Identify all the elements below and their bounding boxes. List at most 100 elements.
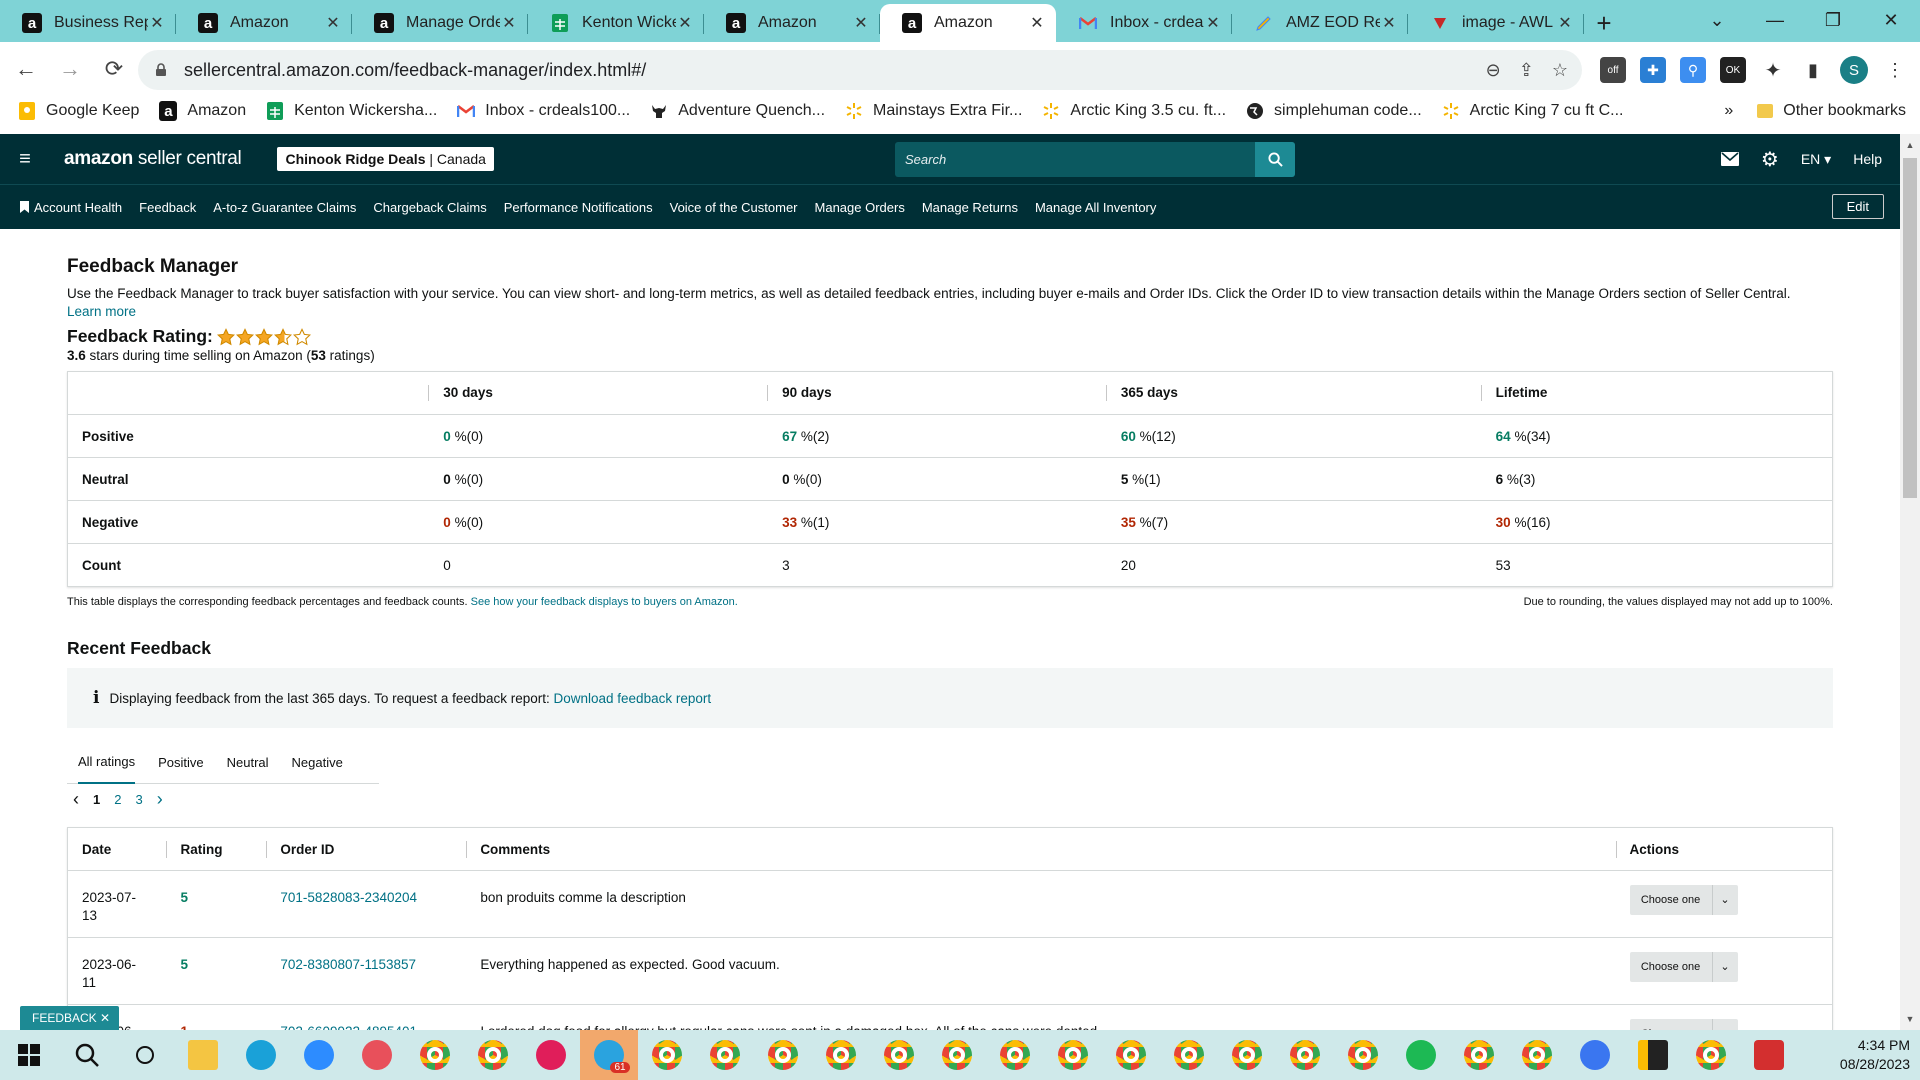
tab-close-icon[interactable]: ✕: [1028, 14, 1046, 32]
taskbar-search-icon[interactable]: [58, 1030, 116, 1080]
reload-button[interactable]: ⟳: [96, 51, 132, 87]
browser-tab[interactable]: a Amazon ✕: [704, 4, 880, 42]
action-dropdown[interactable]: Choose one ⌄: [1629, 885, 1738, 915]
bookmark-item[interactable]: Inbox - crdeals100...: [457, 102, 630, 120]
share-icon[interactable]: ⇪: [1519, 60, 1534, 81]
nav-link[interactable]: Feedback: [139, 200, 196, 215]
nav-link[interactable]: Voice of the Customer: [670, 200, 798, 215]
taskbar-app[interactable]: [1160, 1030, 1218, 1080]
store-switcher[interactable]: Chinook Ridge Deals | Canada: [277, 147, 494, 171]
page-link[interactable]: 2: [114, 792, 121, 807]
page-link[interactable]: 3: [135, 792, 142, 807]
bookmarks-overflow-button[interactable]: »: [1724, 102, 1733, 120]
taskbar-app[interactable]: [290, 1030, 348, 1080]
bookmark-star-icon[interactable]: ☆: [1552, 60, 1568, 81]
system-clock[interactable]: 4:34 PM 08/28/2023: [1840, 1036, 1910, 1074]
tab-close-icon[interactable]: ✕: [148, 14, 166, 32]
minimize-button[interactable]: —: [1746, 0, 1804, 40]
taskbar-app[interactable]: [870, 1030, 928, 1080]
bookmark-item[interactable]: Arctic King 7 cu ft C...: [1442, 102, 1623, 120]
taskbar-app[interactable]: [406, 1030, 464, 1080]
tab-close-icon[interactable]: ✕: [1556, 14, 1574, 32]
bookmark-item[interactable]: Arctic King 3.5 cu. ft...: [1042, 102, 1226, 120]
taskbar-app[interactable]: [1624, 1030, 1682, 1080]
browser-tab[interactable]: Kenton Wicke ✕: [528, 4, 704, 42]
taskbar-app[interactable]: [1740, 1030, 1798, 1080]
bookmark-item[interactable]: Kenton Wickersha...: [266, 102, 437, 120]
extension-off-icon[interactable]: off: [1600, 57, 1626, 83]
chevron-down-icon[interactable]: ⌄: [1711, 885, 1738, 915]
tab-all-ratings[interactable]: All ratings: [78, 742, 136, 784]
help-link[interactable]: Help: [1853, 151, 1882, 167]
zoom-icon[interactable]: ⊖: [1486, 60, 1501, 81]
seller-central-logo[interactable]: amazon seller central: [64, 148, 242, 170]
search-input[interactable]: Search: [905, 152, 1255, 167]
tab-close-icon[interactable]: ✕: [1204, 14, 1222, 32]
extension-ok-icon[interactable]: OK: [1720, 57, 1746, 83]
tab-close-icon[interactable]: ✕: [500, 14, 518, 32]
task-view-icon[interactable]: [116, 1030, 174, 1080]
learn-more-link[interactable]: Learn more: [67, 304, 136, 319]
bookmark-item[interactable]: Mainstays Extra Fir...: [845, 102, 1022, 120]
bookmark-item[interactable]: Google Keep: [18, 102, 139, 120]
start-button[interactable]: [0, 1030, 58, 1080]
taskbar-app[interactable]: [754, 1030, 812, 1080]
search-button[interactable]: [1255, 142, 1295, 177]
close-window-button[interactable]: ✕: [1862, 0, 1920, 40]
search-box[interactable]: Search: [895, 142, 1295, 177]
taskbar-app[interactable]: [1334, 1030, 1392, 1080]
bookmark-item[interactable]: Adventure Quench...: [650, 102, 825, 120]
taskbar-app[interactable]: [1276, 1030, 1334, 1080]
extension-link-icon[interactable]: ⚲: [1680, 57, 1706, 83]
browser-tab[interactable]: a Business Repo✕: [0, 4, 176, 42]
hamburger-menu-icon[interactable]: ≡: [0, 148, 50, 171]
taskbar-app[interactable]: [928, 1030, 986, 1080]
other-bookmarks[interactable]: Other bookmarks: [1757, 102, 1906, 120]
browser-tab[interactable]: a Manage Orde ✕: [352, 4, 528, 42]
action-dropdown[interactable]: Choose one ⌄: [1629, 952, 1738, 982]
page-link[interactable]: 1: [93, 792, 100, 807]
nav-link[interactable]: Manage All Inventory: [1035, 200, 1156, 215]
browser-tab[interactable]: image - AWL I ✕: [1408, 4, 1584, 42]
buyer-view-link[interactable]: See how your feedback displays to buyers…: [471, 596, 738, 608]
browser-tab[interactable]: Inbox - crdeal ✕: [1056, 4, 1232, 42]
taskbar-app[interactable]: [1566, 1030, 1624, 1080]
extensions-puzzle-icon[interactable]: ✦: [1760, 57, 1786, 83]
language-selector[interactable]: EN ▾: [1801, 151, 1831, 168]
edit-nav-button[interactable]: Edit: [1831, 194, 1884, 219]
settings-gear-icon[interactable]: ⚙: [1761, 147, 1779, 172]
nav-link[interactable]: Manage Returns: [922, 200, 1018, 215]
next-page-icon[interactable]: ›: [157, 789, 163, 810]
taskbar-app[interactable]: [1682, 1030, 1740, 1080]
taskbar-app[interactable]: 61: [580, 1030, 638, 1080]
nav-link[interactable]: Chargeback Claims: [373, 200, 486, 215]
prev-page-icon[interactable]: ‹: [73, 789, 79, 810]
tab-close-icon[interactable]: ✕: [676, 14, 694, 32]
chevron-down-icon[interactable]: ⌄: [1711, 952, 1738, 982]
tab-positive[interactable]: Positive: [158, 742, 204, 784]
browser-tab[interactable]: AMZ EOD Rep✕: [1232, 4, 1408, 42]
order-id-link[interactable]: 702-8380807-1153857: [280, 957, 416, 972]
scroll-down-arrow[interactable]: ▼: [1900, 1010, 1920, 1028]
taskbar-app[interactable]: [464, 1030, 522, 1080]
scroll-up-arrow[interactable]: ▲: [1900, 136, 1920, 154]
page-scrollbar[interactable]: ▲ ▼: [1900, 134, 1920, 1030]
taskbar-app[interactable]: [1102, 1030, 1160, 1080]
address-bar[interactable]: sellercentral.amazon.com/feedback-manage…: [138, 50, 1582, 90]
new-tab-button[interactable]: +: [1584, 4, 1624, 42]
taskbar-app[interactable]: [638, 1030, 696, 1080]
browser-tab[interactable]: a Amazon ✕: [176, 4, 352, 42]
browser-menu-icon[interactable]: ⋮: [1882, 57, 1908, 83]
order-id-link[interactable]: 701-5828083-2340204: [280, 890, 417, 905]
taskbar-app[interactable]: [1508, 1030, 1566, 1080]
browser-tab[interactable]: a Amazon ✕: [880, 4, 1056, 42]
taskbar-app[interactable]: [1218, 1030, 1276, 1080]
taskbar-app[interactable]: [986, 1030, 1044, 1080]
back-button[interactable]: ←: [8, 51, 44, 87]
feedback-widget-button[interactable]: FEEDBACK ✕: [20, 1006, 120, 1030]
tab-close-icon[interactable]: ✕: [852, 14, 870, 32]
mail-icon[interactable]: [1720, 152, 1739, 166]
nav-link[interactable]: Manage Orders: [815, 200, 905, 215]
scroll-thumb[interactable]: [1903, 158, 1917, 498]
url-text[interactable]: sellercentral.amazon.com/feedback-manage…: [184, 60, 646, 81]
